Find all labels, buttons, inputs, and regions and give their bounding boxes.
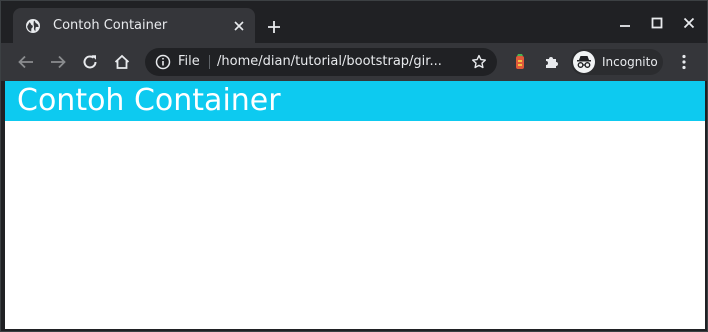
address-bar[interactable]: File /home/dian/tutorial/bootstrap/gir..…	[145, 48, 497, 76]
incognito-icon	[573, 51, 595, 73]
browser-window: Contoh Container File /home/dian/tutoria…	[0, 0, 708, 332]
url-text[interactable]: /home/dian/tutorial/bootstrap/gir...	[217, 54, 457, 69]
tab-title: Contoh Container	[53, 18, 168, 33]
info-icon[interactable]	[155, 54, 171, 70]
reload-icon[interactable]	[79, 51, 101, 73]
url-scheme-label: File	[178, 54, 200, 69]
home-icon[interactable]	[111, 51, 133, 73]
puzzle-icon[interactable]	[541, 51, 563, 73]
arrow-right-icon[interactable]	[47, 51, 69, 73]
tomato-extension-icon[interactable]	[509, 51, 531, 73]
tab-close-icon[interactable]	[231, 18, 247, 34]
arrow-left-icon[interactable]	[15, 51, 37, 73]
new-tab-plus-icon[interactable]	[263, 16, 285, 38]
maximize-icon[interactable]	[645, 13, 669, 33]
close-icon[interactable]	[677, 13, 701, 33]
tab-active[interactable]: Contoh Container	[13, 8, 255, 43]
tab-strip: Contoh Container	[1, 1, 707, 43]
page-heading: Contoh Container	[17, 83, 281, 118]
incognito-profile-button[interactable]: Incognito	[571, 49, 663, 75]
kebab-menu-icon[interactable]	[673, 51, 695, 73]
browser-toolbar: File /home/dian/tutorial/bootstrap/gir..…	[1, 43, 707, 81]
container-banner: Contoh Container	[5, 81, 705, 121]
star-icon[interactable]	[471, 54, 487, 70]
globe-icon	[25, 18, 41, 34]
omnibox-separator	[209, 55, 210, 69]
page-viewport: Contoh Container	[5, 81, 705, 329]
minimize-icon[interactable]	[613, 13, 637, 33]
profile-label: Incognito	[602, 55, 658, 69]
